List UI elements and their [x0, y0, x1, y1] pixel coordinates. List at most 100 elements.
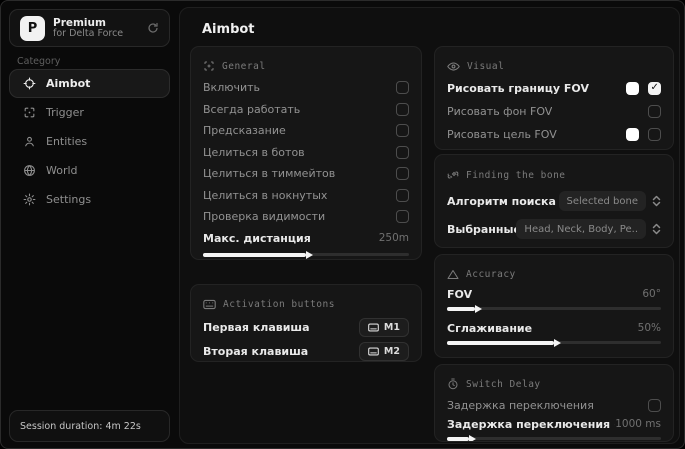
- toggle-label: Целиться в тиммейтов: [203, 167, 336, 181]
- sidebar-item-label: Aimbot: [46, 77, 91, 90]
- checkbox-draw-fov-target[interactable]: [648, 128, 661, 141]
- card-title: General: [222, 60, 266, 72]
- page-title: Aimbot: [202, 22, 255, 37]
- color-swatch[interactable]: [626, 82, 639, 95]
- sidebar-item-world[interactable]: World: [9, 156, 170, 185]
- select-label: Алгоритм поиска кост: [447, 194, 559, 208]
- slider-value: 1000 ms: [615, 418, 661, 430]
- checkbox-target-bots[interactable]: [396, 145, 409, 159]
- sidebar: P Premium for Delta Force Category Aimbo…: [1, 1, 179, 448]
- checkbox-draw-fov-background[interactable]: [648, 105, 661, 118]
- sidebar-item-label: Settings: [46, 193, 92, 206]
- sidebar-item-label: World: [46, 164, 78, 177]
- select-label: Выбранные кос: [447, 222, 517, 236]
- checkbox-prediction[interactable]: [396, 124, 409, 138]
- keyboard-icon: [368, 347, 379, 356]
- card-title: Visual: [467, 60, 505, 72]
- slider-label: Сглаживание: [447, 321, 533, 335]
- stopwatch-icon: [447, 378, 459, 390]
- sidebar-item-label: Trigger: [46, 106, 84, 119]
- card-visual: Visual Рисовать границу FOV Рисовать фон…: [434, 46, 674, 150]
- brand-name: Premium: [53, 16, 106, 29]
- max-distance-slider[interactable]: [203, 252, 409, 257]
- toggle-label: Задержка переключения: [447, 398, 594, 412]
- slider-label: Макс. дистанция: [203, 231, 311, 245]
- keybind-button-primary[interactable]: M1: [358, 317, 409, 337]
- toggle-label: Целиться в ботов: [203, 145, 305, 159]
- person-icon: [22, 135, 36, 148]
- sidebar-item-label: Entities: [46, 135, 88, 148]
- slider-fill[interactable]: [447, 306, 475, 311]
- sidebar-item-entities[interactable]: Entities: [9, 127, 170, 156]
- globe-icon: [22, 164, 36, 177]
- eye-icon: [447, 61, 460, 72]
- toggle-label: Целиться в нокнутых: [203, 188, 328, 202]
- checkbox-enable[interactable]: [396, 81, 409, 95]
- sidebar-item-settings[interactable]: Settings: [9, 185, 170, 214]
- toggle-label: Всегда работать: [203, 102, 301, 116]
- sidebar-item-aimbot[interactable]: Aimbot: [9, 69, 170, 98]
- card-switch-delay: Switch Delay Задержка переключения Задер…: [434, 364, 674, 442]
- session-duration-text: Session duration: 4m 22s: [20, 420, 141, 432]
- trigger-scope-icon: [22, 106, 36, 119]
- checkbox-always-on[interactable]: [396, 102, 409, 116]
- slider-label: Задержка переключения (мс): [447, 417, 615, 431]
- gear-icon: [22, 193, 36, 206]
- slider-value: 250m: [378, 232, 409, 245]
- bone-algorithm-select[interactable]: Selected bone: [558, 191, 646, 211]
- triangle-icon: [447, 269, 459, 280]
- toggle-label: Предсказание: [203, 124, 286, 138]
- main-panel: Aimbot General Включить Всегда работать …: [179, 7, 680, 444]
- brand-logo: P: [20, 15, 45, 41]
- toggle-label: Рисовать цель FOV: [447, 128, 557, 141]
- checkbox-target-knocked[interactable]: [396, 188, 409, 202]
- brand-subtitle: for Delta Force: [53, 27, 124, 39]
- toggle-label: Проверка видимости: [203, 210, 326, 224]
- card-title: Accuracy: [466, 268, 516, 280]
- crosshair-icon: [22, 77, 36, 90]
- toggle-label: Рисовать фон FOV: [447, 105, 553, 118]
- unfold-icon[interactable]: [652, 195, 661, 207]
- switch-delay-slider[interactable]: [447, 436, 661, 441]
- card-accuracy: Accuracy FOV 60° Сглаживание 50%: [434, 254, 674, 358]
- sidebar-nav: Aimbot Trigger Entities World Settings: [9, 69, 170, 214]
- color-swatch[interactable]: [626, 128, 639, 141]
- card-title: Finding the bone: [466, 169, 566, 181]
- checkbox-visibility-check[interactable]: [396, 210, 409, 224]
- checkbox-switch-delay[interactable]: [648, 398, 661, 412]
- brand-card[interactable]: P Premium for Delta Force: [9, 9, 170, 47]
- checkbox-draw-fov-border[interactable]: [648, 82, 661, 95]
- toggle-label: Включить: [203, 81, 261, 95]
- category-label: Category: [17, 56, 61, 67]
- card-finding-bone: Finding the bone Алгоритм поиска кост Se…: [434, 154, 674, 248]
- bone-icon: [447, 169, 459, 181]
- keybind-value: M1: [383, 321, 400, 333]
- scan-icon: [203, 60, 215, 72]
- selected-bones-select[interactable]: Head, Neck, Body, Pe..: [516, 219, 646, 239]
- slider-fill[interactable]: [203, 252, 306, 257]
- card-title: Switch Delay: [466, 378, 541, 390]
- keyboard-icon: [203, 299, 216, 310]
- keybind-value: M2: [383, 345, 400, 357]
- unfold-icon[interactable]: [652, 223, 661, 235]
- keybind-label: Первая клавиша: [203, 320, 310, 334]
- slider-fill[interactable]: [447, 340, 554, 345]
- slider-label: FOV: [447, 287, 473, 301]
- keybind-label: Вторая клавиша: [203, 344, 309, 358]
- slider-value: 60°: [642, 288, 661, 300]
- smoothing-slider[interactable]: [447, 340, 661, 345]
- keyboard-icon: [368, 323, 379, 332]
- card-general: General Включить Всегда работать Предска…: [190, 46, 422, 260]
- card-activation-buttons: Activation buttons Первая клавиша M1 Вто…: [190, 284, 422, 362]
- card-title: Activation buttons: [223, 298, 335, 310]
- slider-fill[interactable]: [447, 436, 470, 441]
- fov-slider[interactable]: [447, 306, 661, 311]
- toggle-label: Рисовать границу FOV: [447, 82, 589, 95]
- slider-value: 50%: [637, 322, 661, 334]
- checkbox-target-teammates[interactable]: [396, 167, 409, 181]
- refresh-icon[interactable]: [147, 22, 159, 34]
- sidebar-item-trigger[interactable]: Trigger: [9, 98, 170, 127]
- app-window: P Premium for Delta Force Category Aimbo…: [0, 0, 685, 449]
- keybind-button-secondary[interactable]: M2: [358, 341, 409, 361]
- session-duration: Session duration: 4m 22s: [9, 410, 170, 442]
